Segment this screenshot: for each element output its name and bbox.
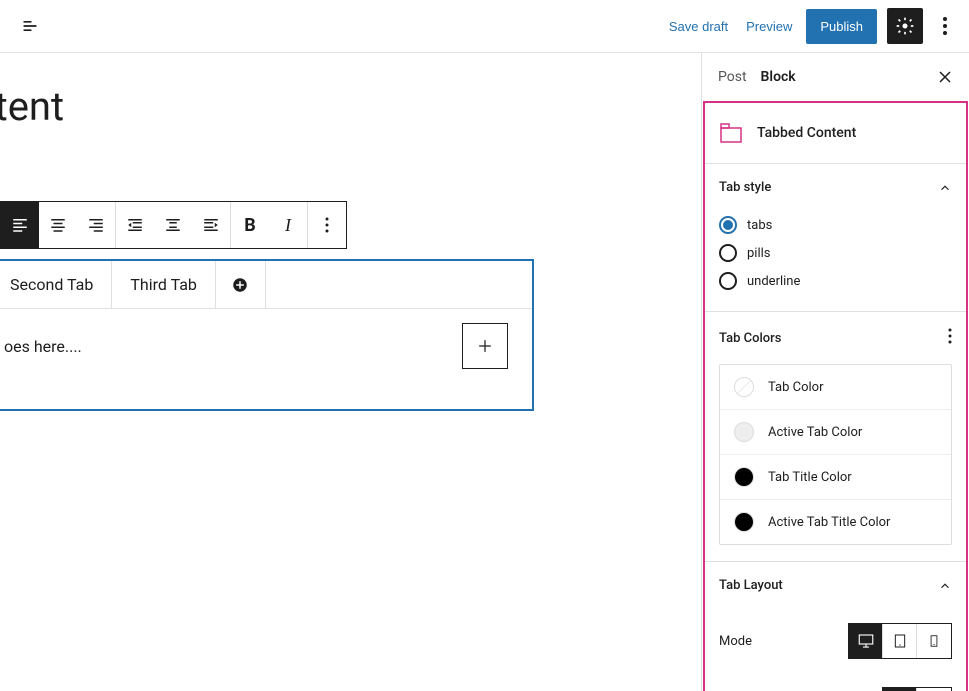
chevron-up-icon (938, 181, 952, 195)
panel-tab-colors-title: Tab Colors (719, 331, 781, 346)
plus-icon (475, 336, 495, 356)
mode-toggle-group (848, 623, 952, 659)
tabbed-content-icon (719, 121, 743, 145)
display-toggle-group (882, 687, 952, 691)
tab-third[interactable]: Third Tab (112, 261, 216, 308)
block-name-label: Tabbed Content (757, 125, 856, 141)
color-label: Tab Title Color (768, 470, 852, 485)
color-item-active-tab[interactable]: Active Tab Color (720, 410, 951, 455)
kebab-icon (943, 17, 947, 35)
panel-tab-style: Tab style tabs pills underline (705, 164, 966, 312)
color-swatch-icon (734, 422, 754, 442)
indent-center-icon (164, 216, 182, 234)
indent-left-button[interactable] (116, 202, 154, 248)
panel-tab-layout: Tab Layout Mode Tab Disp (705, 562, 966, 691)
topbar: Save draft Preview Publish (0, 0, 969, 53)
tablet-icon (892, 633, 908, 649)
menu-toggle-button[interactable] (12, 8, 48, 44)
radio-tabs-label: tabs (747, 218, 772, 233)
sidebar-body: Tabbed Content Tab style tabs pills unde… (703, 101, 968, 691)
hamburger-icon (20, 16, 40, 36)
color-item-tab[interactable]: Tab Color (720, 365, 951, 410)
radio-pills[interactable]: pills (719, 239, 952, 267)
align-right-button[interactable] (77, 202, 115, 248)
color-swatch-icon (734, 467, 754, 487)
mode-tablet-button[interactable] (883, 624, 917, 658)
color-swatch-icon (734, 377, 754, 397)
sidebar-tabs: Post Block (702, 53, 969, 101)
tab-block[interactable]: Block (761, 69, 810, 85)
block-toolbar: B I (0, 201, 347, 249)
publish-button[interactable]: Publish (806, 9, 877, 44)
close-icon (937, 69, 953, 85)
indent-left-icon (126, 216, 144, 234)
panel-tab-style-title: Tab style (719, 180, 771, 195)
color-list: Tab Color Active Tab Color Tab Title Col… (719, 364, 952, 545)
more-options-button[interactable] (933, 8, 957, 44)
mobile-icon (927, 634, 941, 648)
panel-tab-colors-header[interactable]: Tab Colors (705, 312, 966, 364)
align-right-icon (87, 216, 105, 234)
radio-pills-label: pills (747, 246, 771, 261)
post-title[interactable]: ed Content (0, 83, 64, 130)
tab-content[interactable]: oes here.... (0, 309, 532, 409)
mode-mobile-button[interactable] (917, 624, 951, 658)
color-label: Tab Color (768, 380, 824, 395)
radio-circle-icon (719, 216, 737, 234)
radio-circle-icon (719, 272, 737, 290)
toolbar-more-button[interactable] (308, 202, 346, 248)
mode-desktop-button[interactable] (849, 624, 883, 658)
align-left-icon (11, 216, 29, 234)
indent-right-button[interactable] (192, 202, 230, 248)
settings-button[interactable] (887, 8, 923, 44)
desktop-icon (857, 632, 875, 650)
indent-center-button[interactable] (154, 202, 192, 248)
add-block-button[interactable] (462, 323, 508, 369)
preview-button[interactable]: Preview (742, 13, 796, 40)
tab-colors-more-button[interactable] (948, 328, 952, 348)
radio-underline-label: underline (747, 274, 800, 289)
topbar-left (12, 8, 48, 44)
tab-row: Second Tab Third Tab (0, 261, 532, 309)
layout-display-row: Tab Display (705, 673, 966, 691)
indent-right-icon (202, 216, 220, 234)
topbar-right: Save draft Preview Publish (665, 8, 957, 44)
radio-underline[interactable]: underline (719, 267, 952, 295)
chevron-up-icon (938, 579, 952, 593)
radio-tabs[interactable]: tabs (719, 211, 952, 239)
add-tab-button[interactable] (216, 261, 266, 308)
align-center-button[interactable] (39, 202, 77, 248)
color-swatch-icon (734, 512, 754, 532)
tab-second[interactable]: Second Tab (0, 261, 112, 308)
panel-tab-layout-title: Tab Layout (719, 578, 783, 593)
color-label: Active Tab Color (768, 425, 862, 440)
sidebar-close-button[interactable] (933, 65, 957, 89)
settings-sidebar: Post Block Tabbed Content Tab style tabs (701, 53, 969, 691)
tabbed-content-block[interactable]: Second Tab Third Tab oes here.... (0, 259, 534, 411)
color-item-tab-title[interactable]: Tab Title Color (720, 455, 951, 500)
bold-button[interactable]: B (231, 202, 269, 248)
panel-tab-colors: Tab Colors Tab Color Active Tab Color (705, 312, 966, 562)
align-center-icon (49, 216, 67, 234)
align-left-button[interactable] (1, 202, 39, 248)
save-draft-button[interactable]: Save draft (665, 13, 732, 40)
editor-canvas: ed Content (0, 53, 701, 691)
kebab-icon (948, 328, 952, 344)
color-label: Active Tab Title Color (768, 515, 890, 530)
layout-mode-row: Mode (705, 609, 966, 673)
panel-tab-layout-header[interactable]: Tab Layout (705, 562, 966, 609)
block-header: Tabbed Content (705, 103, 966, 164)
tab-content-text: oes here.... (4, 337, 82, 356)
gear-icon (895, 16, 915, 36)
plus-circle-icon (231, 276, 249, 294)
tab-post[interactable]: Post (718, 69, 761, 85)
radio-circle-icon (719, 244, 737, 262)
color-item-active-tab-title[interactable]: Active Tab Title Color (720, 500, 951, 544)
panel-tab-style-header[interactable]: Tab style (705, 164, 966, 211)
mode-label: Mode (719, 634, 752, 649)
italic-button[interactable]: I (269, 202, 307, 248)
kebab-icon (325, 217, 329, 233)
